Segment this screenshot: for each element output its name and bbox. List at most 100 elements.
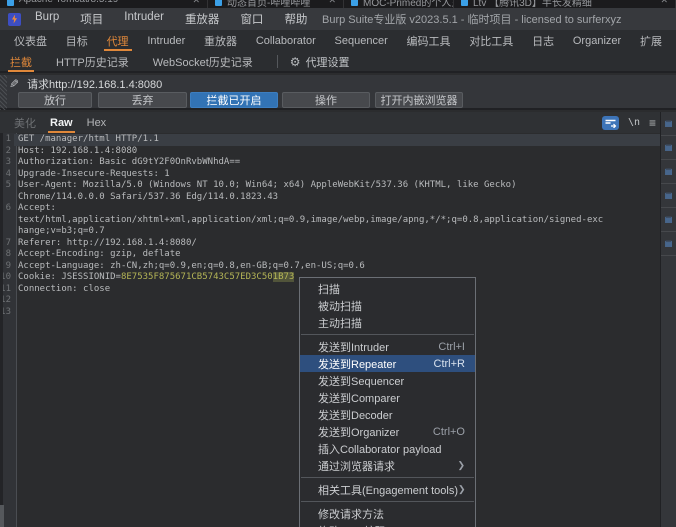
inspector-section-cell[interactable]: ▤ (661, 136, 676, 160)
divider (277, 55, 278, 68)
editor-tab[interactable]: 美化 (14, 112, 36, 133)
intercept-button-label: 丢弃 (132, 92, 154, 108)
proxy-settings-label: 代理设置 (306, 54, 350, 70)
line-text-plain: Chrome/114.0.0.0 Safari/537.36 Edg/114.0… (18, 192, 278, 202)
window-title: Burp Suite专业版 v2023.5.1 - 临时项目 - license… (322, 8, 622, 30)
context-menu-item[interactable]: 扫描 ❯ (300, 280, 475, 297)
menubar-item[interactable]: 重放器 (185, 11, 220, 27)
menubar-item[interactable]: Intruder (124, 11, 164, 27)
main-tab[interactable]: 编码工具 (407, 30, 451, 52)
proxy-settings-button[interactable]: ⚙ 代理设置 (290, 54, 350, 70)
context-menu-item[interactable]: 被动扫描 ❯ (300, 297, 475, 314)
editor-tab[interactable]: Raw (50, 112, 73, 133)
main-tab[interactable]: 目标 (66, 30, 88, 52)
context-menu-item[interactable]: ❯ (301, 477, 474, 478)
sub-tab[interactable]: WebSocket历史记录 (153, 51, 253, 72)
request-line[interactable]: 8 Accept-Encoding: gzip, deflate (0, 249, 660, 261)
request-line[interactable]: 5 User-Agent: Mozilla/5.0 (Windows NT 10… (0, 180, 660, 192)
line-text: Referer: http://192.168.1.4:8080/ (14, 238, 660, 250)
main-tab[interactable]: Collaborator (256, 30, 316, 52)
browser-tab[interactable]: Apache Tomcat/8.5.19 ✕ (0, 0, 208, 8)
inspector-section-cell[interactable]: ▤ (661, 184, 676, 208)
context-menu-item[interactable]: 发送到Sequencer ❯ (300, 372, 475, 389)
line-text: Upgrade-Insecure-Requests: 1 (14, 169, 660, 181)
main-tab[interactable]: 代理 (107, 30, 129, 52)
context-menu-item[interactable]: ❯ (301, 334, 474, 335)
context-menu-item[interactable]: 主动扫描 ❯ (300, 314, 475, 331)
context-menu-item-label: 插入Collaborator payload (318, 441, 442, 457)
editor-tab[interactable]: Hex (87, 112, 107, 133)
context-menu-item[interactable]: 发送到Intruder Ctrl+I ❯ (300, 338, 475, 355)
line-text-plain: Host: 192.168.1.4:8080 (18, 146, 137, 156)
context-menu-item[interactable]: 相关工具(Engagement tools) ❯ (300, 481, 475, 498)
context-menu-item-label: 扫描 (318, 281, 340, 297)
close-tab-icon[interactable]: ✕ (192, 0, 200, 6)
main-tab[interactable]: 日志 (532, 30, 554, 52)
editor-tab-label: 美化 (14, 115, 36, 131)
context-menu-item[interactable]: 通过浏览器请求 ❯ (300, 457, 475, 474)
main-tab[interactable]: 重放器 (204, 30, 237, 52)
main-tab[interactable]: 对比工具 (469, 30, 513, 52)
intercept-button[interactable]: 放行 (18, 92, 92, 108)
menubar-item[interactable]: 帮助 (284, 11, 307, 27)
main-tab[interactable]: Intruder (147, 30, 185, 52)
inspector-section-cell[interactable]: ▤ (661, 232, 676, 256)
main-tab[interactable]: 仪表盘 (14, 30, 47, 52)
context-menu-item[interactable]: 发送到Organizer Ctrl+O ❯ (300, 423, 475, 440)
main-tab[interactable]: 扩展 (640, 30, 662, 52)
request-line[interactable]: 6 Accept: (0, 203, 660, 215)
intercept-button[interactable]: 操作 (282, 92, 370, 108)
intercept-button[interactable]: 拦截已开启 (190, 92, 278, 108)
context-menu-item[interactable]: ❯ (301, 501, 474, 502)
editor-tab-label: Hex (87, 117, 107, 129)
hamburger-menu-icon[interactable]: ≡ (649, 117, 656, 129)
request-line[interactable]: Chrome/114.0.0.0 Safari/537.36 Edg/114.0… (0, 192, 660, 204)
intercept-button[interactable]: 丢弃 (98, 92, 187, 108)
close-tab-icon[interactable]: ✕ (660, 0, 668, 6)
line-text: Accept-Encoding: gzip, deflate (14, 249, 660, 261)
menubar-item[interactable]: Burp (35, 11, 59, 27)
main-tab-label: Sequencer (335, 35, 388, 47)
editor-toolbar: \n ≡ (602, 112, 656, 133)
context-menu-item[interactable]: 修改body编码 ❯ (300, 522, 475, 527)
request-line[interactable]: 4 Upgrade-Insecure-Requests: 1 (0, 169, 660, 181)
request-line[interactable]: 7 Referer: http://192.168.1.4:8080/ (0, 238, 660, 250)
line-text: User-Agent: Mozilla/5.0 (Windows NT 10.0… (14, 180, 660, 192)
context-menu-item-label: 修改请求方法 (318, 506, 384, 522)
sub-tab[interactable]: 拦截 (10, 51, 32, 72)
request-line[interactable]: text/html,application/xhtml+xml,applicat… (0, 215, 660, 227)
browser-tab[interactable]: 动态首页-哔哩哔哩 ✕ (208, 0, 344, 8)
context-menu-item[interactable]: 插入Collaborator payload ❯ (300, 440, 475, 457)
request-line[interactable]: 2 Host: 192.168.1.4:8080 (0, 146, 660, 158)
request-line[interactable]: 3 Authorization: Basic dG9tY2F0OnRvbWNhd… (0, 157, 660, 169)
context-menu-item[interactable]: 发送到Repeater Ctrl+R ❯ (300, 355, 475, 372)
inspector-section-cell[interactable]: ▤ (661, 160, 676, 184)
browser-tab[interactable]: MOC-Primed的个人主页 - 哔哩哔哩 ✕ (344, 0, 454, 8)
main-tab-label: 编码工具 (407, 33, 451, 49)
main-tab-label: 代理 (107, 33, 129, 49)
newline-toggle-icon[interactable]: \n (628, 117, 640, 128)
inspector-section-cell[interactable]: ▤ (661, 208, 676, 232)
intercept-button[interactable]: 打开内嵌浏览器 (375, 92, 463, 108)
menubar-item[interactable]: 项目 (80, 11, 103, 27)
menubar-item[interactable]: 窗口 (240, 11, 263, 27)
request-line[interactable]: 1 GET /manager/html HTTP/1.1 (0, 134, 660, 146)
sub-tab[interactable]: HTTP历史记录 (56, 51, 129, 72)
context-menu-item-shortcut: Ctrl+I (438, 341, 465, 353)
editor-tab-label: Raw (50, 117, 73, 129)
inspector-section-cell[interactable]: ▤ (661, 112, 676, 136)
scrollbar-thumb[interactable] (0, 505, 4, 527)
cookie-value: 8E7535F875671CB5743C57ED3C50 (121, 272, 273, 282)
request-url-label: 请求http://192.168.1.4:8080 (27, 76, 162, 92)
context-menu-item[interactable]: 发送到Decoder ❯ (300, 406, 475, 423)
request-line[interactable]: 9 Accept-Language: zh-CN,zh;q=0.9,en;q=0… (0, 261, 660, 273)
main-tab[interactable]: Sequencer (335, 30, 388, 52)
context-menu-item[interactable]: 发送到Comparer ❯ (300, 389, 475, 406)
browser-tab[interactable]: Ltv 【腾讯3D】半长发精细 ✕ (454, 0, 676, 8)
context-menu-item[interactable]: 修改请求方法 ❯ (300, 505, 475, 522)
request-line[interactable]: hange;v=b3;q=0.7 (0, 226, 660, 238)
search-panel-icon[interactable] (602, 116, 619, 130)
intercept-panel: ✎ 请求http://192.168.1.4:8080 放行 丢弃 拦截已开启 … (0, 75, 676, 110)
close-tab-icon[interactable]: ✕ (328, 0, 336, 6)
main-tab[interactable]: Organizer (573, 30, 621, 52)
